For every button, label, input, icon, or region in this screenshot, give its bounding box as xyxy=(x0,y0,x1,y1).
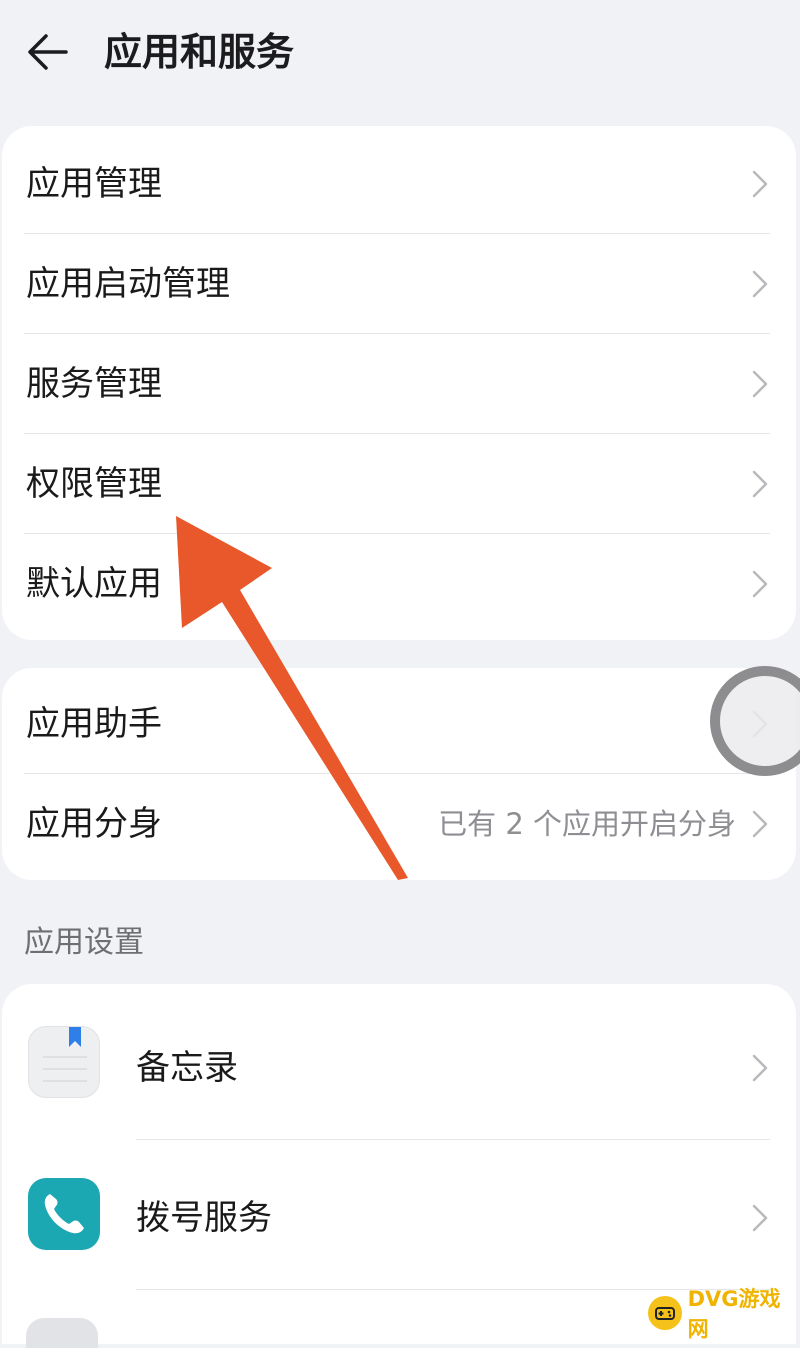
row-service-management[interactable]: 服务管理 xyxy=(2,334,796,434)
page-title: 应用和服务 xyxy=(104,30,295,74)
chevron-right-icon xyxy=(752,470,768,498)
row-app-dialer[interactable]: 拨号服务 xyxy=(2,1140,796,1290)
row-app-twin[interactable]: 应用分身 已有 2 个应用开启分身 xyxy=(2,774,796,874)
row-app-launch-management[interactable]: 应用启动管理 xyxy=(2,234,796,334)
row-label: 应用分身 xyxy=(26,804,162,844)
watermark-logo: DVG游戏网 xyxy=(648,1287,800,1341)
row-permission-management[interactable]: 权限管理 xyxy=(2,434,796,534)
row-app-assistant[interactable]: 应用助手 xyxy=(2,672,796,774)
row-label: 应用启动管理 xyxy=(26,264,230,304)
chevron-right-icon xyxy=(752,1054,768,1082)
divider xyxy=(136,1289,770,1290)
next-app-icon-partial xyxy=(26,1318,98,1348)
chevron-right-icon xyxy=(752,1204,768,1232)
back-arrow-icon[interactable] xyxy=(22,26,74,78)
settings-card-app-management: 应用管理 应用启动管理 服务管理 权限管理 默认应用 xyxy=(2,126,796,640)
chevron-right-icon xyxy=(752,370,768,398)
row-label: 默认应用 xyxy=(26,564,162,604)
row-label: 服务管理 xyxy=(26,364,162,404)
chevron-right-icon xyxy=(752,570,768,598)
row-app-management[interactable]: 应用管理 xyxy=(2,134,796,234)
row-label: 应用助手 xyxy=(26,704,162,744)
section-title: 应用设置 xyxy=(24,925,144,960)
notepad-icon xyxy=(28,1026,100,1098)
chevron-right-icon xyxy=(752,270,768,298)
app-label: 备忘录 xyxy=(136,1048,238,1088)
row-value: 已有 2 个应用开启分身 xyxy=(438,807,736,841)
chevron-right-icon xyxy=(752,810,768,838)
row-label: 应用管理 xyxy=(26,164,162,204)
row-label: 权限管理 xyxy=(26,464,162,504)
app-label: 拨号服务 xyxy=(136,1198,272,1238)
header-bar: 应用和服务 xyxy=(0,0,800,110)
phone-icon xyxy=(28,1178,100,1250)
row-app-notepad[interactable]: 备忘录 xyxy=(2,988,796,1140)
gamepad-icon xyxy=(648,1296,682,1330)
settings-card-app-tools: 应用助手 应用分身 已有 2 个应用开启分身 xyxy=(2,668,796,880)
chevron-right-icon xyxy=(752,170,768,198)
settings-card-app-list: 备忘录 拨号服务 xyxy=(2,984,796,1344)
watermark-text: DVG游戏网 xyxy=(687,1287,781,1341)
row-default-apps[interactable]: 默认应用 xyxy=(2,534,796,634)
